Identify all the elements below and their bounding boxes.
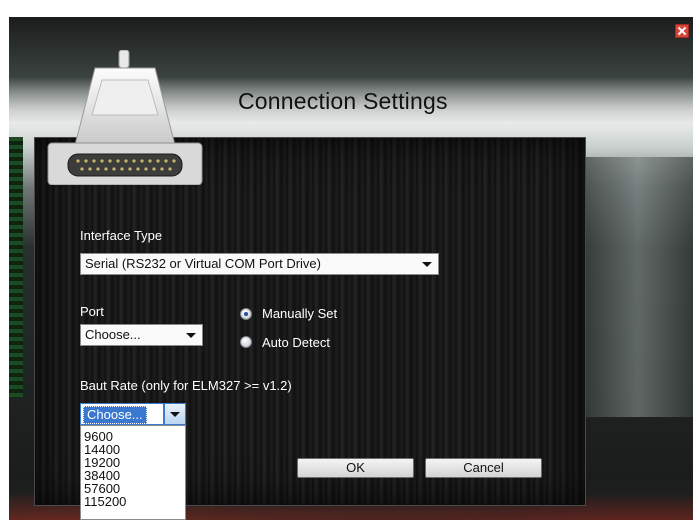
auto-detect-label: Auto Detect [262,335,330,350]
port-label: Port [80,304,104,319]
background-right-strip [583,157,693,417]
port-value: Choose... [85,327,141,342]
baud-rate-label: Baut Rate (only for ELM327 >= v1.2) [80,378,292,393]
ok-button[interactable]: OK [297,458,414,478]
cancel-button[interactable]: Cancel [425,458,542,478]
dialog-title: Connection Settings [238,88,448,114]
interface-type-label: Interface Type [80,228,163,243]
port-select[interactable]: Choose... [80,324,203,346]
baud-rate-value: Choose... [83,406,147,424]
baud-rate-dropdown: 9600 14400 19200 38400 57600 115200 [80,425,186,520]
manually-set-radio[interactable] [240,308,252,320]
baud-rate-field[interactable]: Choose... [80,403,164,425]
manually-set-label: Manually Set [262,306,338,321]
chevron-down-icon [186,333,196,338]
interface-type-value: Serial (RS232 or Virtual COM Port Drive) [85,256,321,271]
baud-option[interactable]: 115200 [81,495,185,508]
auto-detect-radio[interactable] [240,336,252,348]
serial-connector-icon [47,50,203,185]
interface-type-select[interactable]: Serial (RS232 or Virtual COM Port Drive) [80,253,439,275]
close-icon[interactable] [675,24,689,38]
chevron-down-icon[interactable] [164,403,186,425]
baud-rate-select[interactable]: Choose... [80,403,186,425]
background-green-strip [9,137,23,397]
chevron-down-icon [422,262,432,267]
